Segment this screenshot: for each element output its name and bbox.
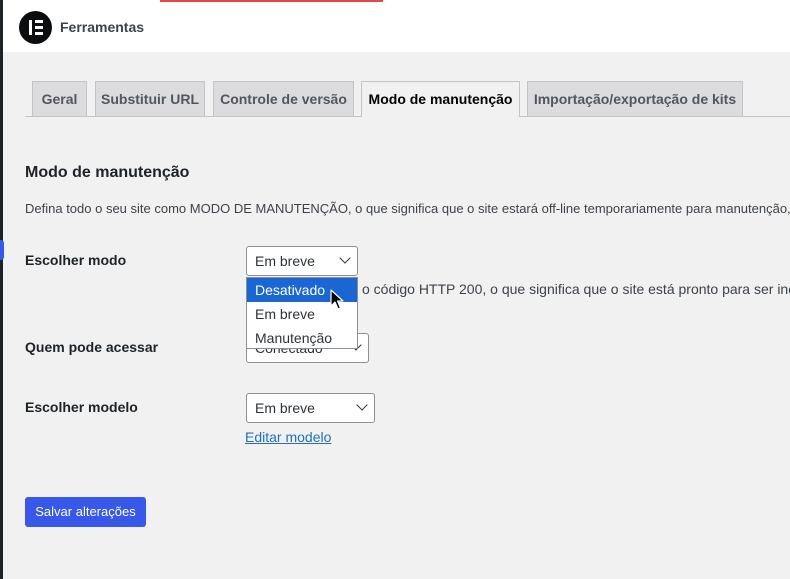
tab-controle-versao[interactable]: Controle de versão [213, 81, 354, 116]
mode-select-value: Em breve [255, 253, 315, 269]
access-label: Quem pode acessar [25, 339, 159, 355]
tab-substituir-url[interactable]: Substituir URL [95, 81, 205, 116]
section-description: Defina todo o seu site como MODO DE MANU… [25, 201, 790, 216]
mode-option-manutencao[interactable]: Manutenção [247, 326, 357, 350]
mode-dropdown-list: Desativado Em breve Manutenção [246, 277, 358, 349]
mode-select[interactable]: Em breve [246, 246, 358, 276]
template-select-value: Em breve [255, 400, 315, 416]
mode-label: Escolher modo [25, 252, 127, 268]
sidebar-active-indicator [0, 240, 4, 260]
edit-template-link[interactable]: Editar modelo [245, 429, 331, 445]
template-label: Escolher modelo [25, 399, 138, 415]
tab-geral[interactable]: Geral [32, 81, 87, 116]
chevron-down-icon [356, 399, 368, 411]
settings-tabs: Geral Substituir URL Controle de versão … [25, 81, 790, 117]
app-title: Ferramentas [60, 19, 145, 35]
save-changes-button[interactable]: Salvar alterações [25, 497, 146, 527]
tab-modo-manutencao[interactable]: Modo de manutenção [361, 81, 520, 117]
chevron-down-icon [339, 252, 351, 264]
template-select[interactable]: Em breve [246, 393, 375, 423]
admin-sidebar-edge [0, 0, 3, 579]
loading-bar [160, 0, 383, 2]
mouse-pointer-icon [330, 289, 344, 310]
tab-importacao-exportacao[interactable]: Importação/exportação de kits [527, 81, 743, 116]
elementor-logo-icon[interactable] [19, 11, 52, 44]
mode-help-text: o código HTTP 200, o que significa que o… [362, 281, 790, 297]
section-title: Modo de manutenção [25, 164, 190, 181]
top-bar: Ferramentas [3, 0, 790, 52]
